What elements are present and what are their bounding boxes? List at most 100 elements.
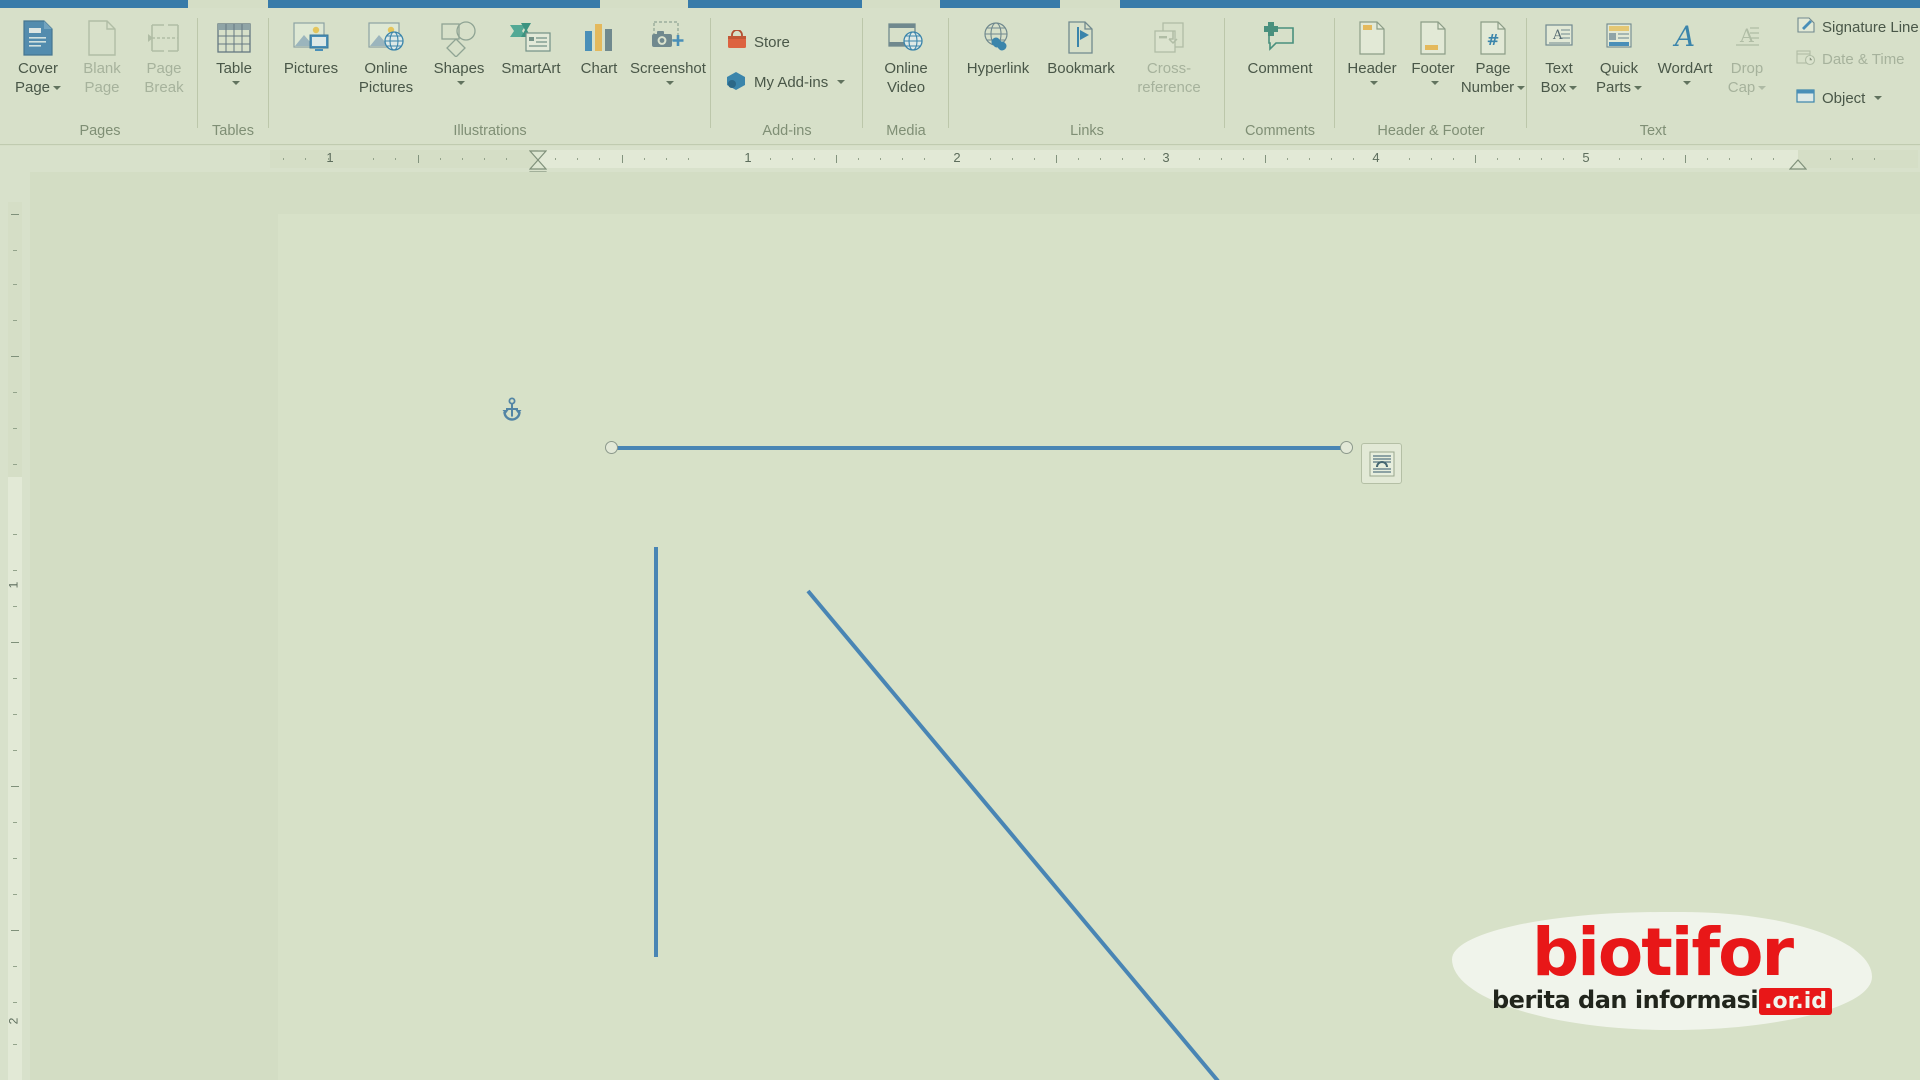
group-separator-4 (862, 18, 863, 128)
object-button[interactable]: Object (1796, 87, 1882, 109)
chevron-down-icon[interactable] (53, 86, 61, 90)
ribbon-group-addins: Store My Add-ins Add-ins (712, 8, 862, 145)
store-icon (726, 30, 748, 54)
wordart-button[interactable]: A WordArt (1652, 18, 1718, 89)
online-pictures-label-line1: Online (364, 60, 407, 77)
pictures-button[interactable]: Pictures (276, 18, 346, 77)
hyperlink-label: Hyperlink (967, 60, 1030, 77)
tab-notch-secondary[interactable] (600, 0, 688, 8)
cross-reference-button[interactable]: Cross- reference (1124, 18, 1214, 96)
chevron-down-icon[interactable] (1634, 86, 1642, 90)
shape-diagonal-line-wrapper[interactable] (808, 591, 1228, 1080)
group-separator-8 (1526, 18, 1527, 128)
smartart-button[interactable]: SmartArt (492, 18, 570, 77)
ribbon-group-text: A Text Box Quick (1528, 8, 1778, 145)
chevron-down-icon[interactable] (1370, 81, 1378, 85)
footer-label: Footer (1411, 60, 1454, 77)
my-addins-button[interactable]: My Add-ins (726, 70, 845, 94)
quick-parts-button[interactable]: Quick Parts (1588, 18, 1650, 96)
blank-page-button[interactable]: Blank Page (72, 18, 132, 96)
ribbon-group-pages: Cover Page Blank Page (0, 8, 200, 145)
shapes-button[interactable]: Shapes (428, 18, 490, 89)
table-button[interactable]: Table (206, 18, 262, 89)
wordart-caret-row[interactable] (1680, 77, 1691, 89)
layout-options-button[interactable] (1361, 443, 1402, 484)
chevron-down-icon[interactable] (232, 81, 240, 85)
vertical-ruler[interactable]: 1 2 (0, 172, 30, 1080)
hyperlink-icon (978, 18, 1018, 58)
signature-line-label: Signature Line (1822, 19, 1919, 36)
bookmark-label: Bookmark (1047, 60, 1115, 77)
screenshot-caret-row[interactable] (663, 77, 674, 89)
comment-button[interactable]: Comment (1236, 18, 1324, 77)
chart-icon (581, 18, 617, 58)
cover-page-button[interactable]: Cover Page (6, 18, 70, 96)
date-time-button[interactable]: Date & Time (1796, 48, 1905, 70)
page-number-icon: # (1477, 18, 1509, 58)
vruler-top-margin-zone (8, 202, 22, 477)
store-button[interactable]: Store (726, 30, 790, 54)
group-separator-2 (268, 18, 269, 128)
document-canvas[interactable]: biotifor berita dan informasi.or.id (30, 172, 1920, 1080)
shapes-icon (438, 18, 480, 58)
chevron-down-icon[interactable] (457, 81, 465, 85)
ribbon-group-label-media: Media (864, 123, 948, 139)
online-pictures-button[interactable]: Online Pictures (348, 18, 424, 96)
chevron-down-icon[interactable] (1431, 81, 1439, 85)
horizontal-ruler[interactable]: 1 1 2 3 4 5 (0, 146, 1920, 172)
online-video-label-line1: Online (884, 60, 927, 77)
chevron-down-icon[interactable] (666, 81, 674, 85)
signature-line-button[interactable]: Signature Line (1796, 16, 1919, 38)
tab-notch-quaternary[interactable] (1060, 0, 1120, 8)
anchor-icon (502, 397, 522, 428)
page-break-icon (146, 18, 182, 58)
shapes-caret-row[interactable] (454, 77, 465, 89)
bookmark-icon (1063, 18, 1099, 58)
page-number-button[interactable]: # Page Number (1464, 18, 1522, 96)
header-caret-row[interactable] (1367, 77, 1378, 89)
chevron-down-icon[interactable] (1569, 86, 1577, 90)
header-button[interactable]: Header (1342, 18, 1402, 89)
cross-reference-icon (1149, 18, 1189, 58)
active-tab-notch-insert[interactable] (188, 0, 268, 8)
chevron-down-icon[interactable] (1517, 86, 1525, 90)
table-caret-row[interactable] (229, 77, 240, 89)
screenshot-button[interactable]: Screenshot (626, 18, 710, 89)
layout-options-icon (1368, 450, 1396, 478)
shape-handle-right[interactable] (1340, 441, 1353, 454)
text-box-button[interactable]: A Text Box (1532, 18, 1586, 96)
page-break-label-line1: Page (146, 60, 181, 77)
shape-handle-left[interactable] (605, 441, 618, 454)
page-break-button[interactable]: Page Break (134, 18, 194, 96)
wordart-label: WordArt (1658, 60, 1713, 77)
cover-page-label-line2: Page (15, 79, 61, 96)
chevron-down-icon[interactable] (1758, 86, 1766, 90)
hyperlink-button[interactable]: Hyperlink (958, 18, 1038, 77)
pictures-icon (290, 18, 332, 58)
ruler-right-margin-zone (1798, 150, 1918, 168)
chart-button[interactable]: Chart (572, 18, 626, 77)
drop-cap-icon: A (1731, 18, 1763, 58)
shape-horizontal-line[interactable] (611, 446, 1349, 450)
ribbon-tab-strip (0, 0, 1920, 8)
drop-cap-button[interactable]: A Drop Cap (1720, 18, 1774, 96)
ruler-left-margin-zone (270, 150, 538, 168)
ruler-number-3: 3 (1162, 150, 1169, 165)
tab-notch-tertiary[interactable] (862, 0, 940, 8)
online-pictures-icon (365, 18, 407, 58)
my-addins-label: My Add-ins (754, 74, 828, 91)
cross-reference-label-line2: reference (1137, 79, 1200, 96)
bookmark-button[interactable]: Bookmark (1040, 18, 1122, 77)
watermark-tld-badge: .or.id (1759, 988, 1832, 1015)
watermark-brand-text: biotifor (1452, 918, 1872, 988)
watermark-tagline-text: berita dan informasi (1492, 986, 1758, 1014)
chevron-down-icon[interactable] (837, 80, 845, 84)
chevron-down-icon[interactable] (1683, 81, 1691, 85)
footer-caret-row[interactable] (1428, 77, 1439, 89)
shape-vertical-line[interactable] (654, 547, 658, 957)
chevron-down-icon[interactable] (1874, 96, 1882, 100)
footer-button[interactable]: Footer (1404, 18, 1462, 89)
shape-diagonal-line[interactable] (808, 591, 1218, 1080)
online-video-button[interactable]: Online Video (872, 18, 940, 96)
ribbon-group-links: Hyperlink Bookmark (950, 8, 1224, 145)
